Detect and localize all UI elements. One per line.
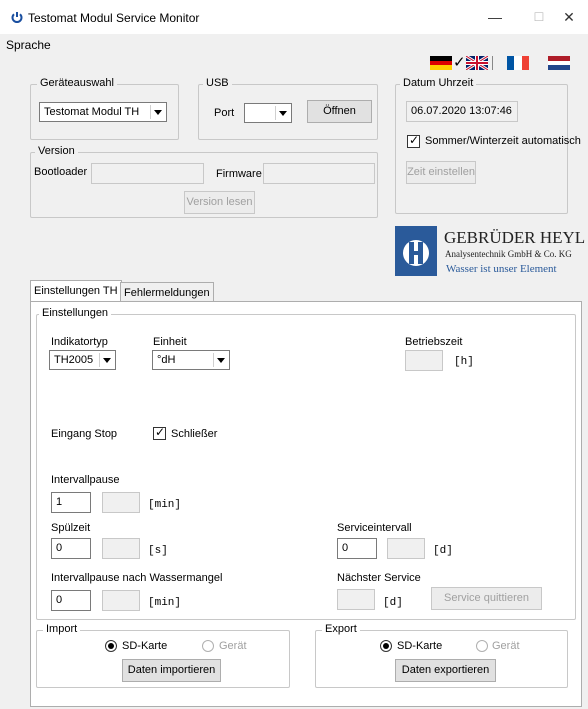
title-bar[interactable]: Testomat Modul Service Monitor — ☐ ✕ [0, 0, 588, 34]
menu-sprache[interactable]: Sprache [6, 38, 51, 52]
eingang-stop-label: Eingang Stop [51, 428, 118, 440]
spuelzeit-unit: [s] [148, 545, 168, 557]
logo-name: GEBRÜDER HEYL [444, 228, 586, 247]
device-select[interactable]: Testomat Modul TH [39, 102, 167, 122]
serviceintervall-unit: [d] [433, 545, 453, 557]
close-button[interactable]: ✕ [551, 6, 587, 28]
export-group: Export SD-Karte Gerät Daten exportieren [315, 623, 568, 688]
import-legend: Import [43, 623, 81, 635]
intervallpause-label: Intervallpause [51, 474, 120, 486]
set-time-button[interactable]: Zeit einstellen [406, 161, 476, 184]
import-geraet-radio[interactable] [202, 640, 214, 652]
geraeteauswahl-legend: Geräteauswahl [37, 77, 117, 89]
logo-slogan: Wasser ist unser Element [446, 263, 557, 275]
port-select[interactable] [244, 103, 292, 123]
indikatortyp-value: TH2005 [54, 354, 94, 366]
uk-flag-icon[interactable] [466, 56, 488, 70]
tab-einstellungen-th[interactable]: Einstellungen TH [30, 280, 122, 302]
export-legend: Export [322, 623, 360, 635]
read-version-button[interactable]: Version lesen [184, 191, 255, 214]
version-legend: Version [35, 145, 78, 157]
indikatortyp-select[interactable]: TH2005 [49, 350, 116, 370]
datetime-field: 06.07.2020 13:07:46 [406, 101, 518, 122]
minimize-button[interactable]: — [472, 6, 518, 28]
export-sd-radio[interactable] [380, 640, 392, 652]
datum-uhrzeit-group: Datum Uhrzeit 06.07.2020 13:07:46 Sommer… [395, 77, 581, 214]
dst-checkbox[interactable] [407, 133, 420, 148]
window-title: Testomat Modul Service Monitor [28, 11, 200, 25]
datum-legend: Datum Uhrzeit [400, 77, 477, 89]
logo-sub: Analysentechnik GmbH & Co. KG [445, 249, 572, 259]
heyl-logo-mark [395, 226, 437, 276]
betriebszeit-field [405, 350, 443, 371]
usb-legend: USB [203, 77, 232, 89]
spuelzeit-input[interactable]: 0 [51, 538, 91, 559]
chevron-down-icon[interactable] [275, 106, 289, 120]
schliesser-checkbox[interactable] [153, 425, 166, 440]
import-geraet-label: Gerät [219, 640, 247, 652]
german-flag-icon[interactable] [430, 56, 452, 70]
wassermangel-label: Intervallpause nach Wassermangel [51, 572, 223, 584]
serviceintervall-label: Serviceintervall [337, 522, 412, 534]
firmware-field [263, 163, 375, 184]
naechster-service-label: Nächster Service [337, 572, 421, 584]
spuelzeit-readout [102, 538, 140, 559]
naechster-service-unit: [d] [383, 597, 403, 609]
einheit-value: °dH [157, 354, 176, 366]
intervallpause-unit: [min] [148, 499, 182, 511]
french-flag-icon[interactable] [507, 56, 529, 70]
spuelzeit-label: Spülzeit [51, 522, 91, 534]
import-sd-radio[interactable] [105, 640, 117, 652]
wassermangel-readout [102, 590, 140, 611]
naechster-service-field [337, 589, 375, 610]
port-label: Port [214, 107, 235, 119]
tab-fehlermeldungen[interactable]: Fehlermeldungen [120, 282, 214, 302]
betriebszeit-label: Betriebszeit [405, 336, 463, 348]
open-port-button[interactable]: Öffnen [307, 100, 372, 123]
einstellungen-legend: Einstellungen [39, 307, 112, 319]
dutch-flag-icon[interactable] [548, 56, 570, 70]
wassermangel-unit: [min] [148, 597, 182, 609]
import-data-button[interactable]: Daten importieren [122, 659, 221, 682]
bootloader-label: Bootloader [34, 166, 88, 178]
import-group: Import SD-Karte Gerät Daten importieren [36, 623, 290, 688]
export-geraet-radio[interactable] [476, 640, 488, 652]
export-data-button[interactable]: Daten exportieren [395, 659, 496, 682]
einheit-select[interactable]: °dH [152, 350, 230, 370]
device-select-value: Testomat Modul TH [44, 106, 140, 118]
geraeteauswahl-group: Geräteauswahl Testomat Modul TH [30, 77, 179, 140]
flag-divider [492, 56, 493, 70]
schliesser-label: Schließer [171, 428, 218, 440]
firmware-label: Firmware [216, 168, 262, 180]
service-quittieren-button[interactable]: Service quittieren [431, 587, 542, 610]
einheit-label: Einheit [153, 336, 187, 348]
wassermangel-input[interactable]: 0 [51, 590, 91, 611]
version-group: Version Bootloader Firmware Version lese… [30, 145, 378, 218]
betriebszeit-unit: [h] [454, 356, 474, 368]
chevron-down-icon[interactable] [150, 105, 164, 119]
chevron-down-icon[interactable] [213, 353, 227, 367]
export-sd-label: SD-Karte [397, 640, 443, 652]
usb-group: USB Port Öffnen [198, 77, 378, 140]
app-power-icon [11, 12, 23, 23]
import-sd-label: SD-Karte [122, 640, 168, 652]
intervallpause-readout [102, 492, 140, 513]
export-geraet-label: Gerät [492, 640, 520, 652]
chevron-down-icon[interactable] [99, 353, 113, 367]
heyl-drop-icon [403, 240, 429, 266]
serviceintervall-readout [387, 538, 425, 559]
dst-label: Sommer/Winterzeit automatisch [425, 135, 581, 147]
indikatortyp-label: Indikatortyp [51, 336, 108, 348]
bootloader-field [91, 163, 204, 184]
serviceintervall-input[interactable]: 0 [337, 538, 377, 559]
intervallpause-input[interactable]: 1 [51, 492, 91, 513]
selected-checkmark-icon: ✓ [453, 54, 466, 71]
